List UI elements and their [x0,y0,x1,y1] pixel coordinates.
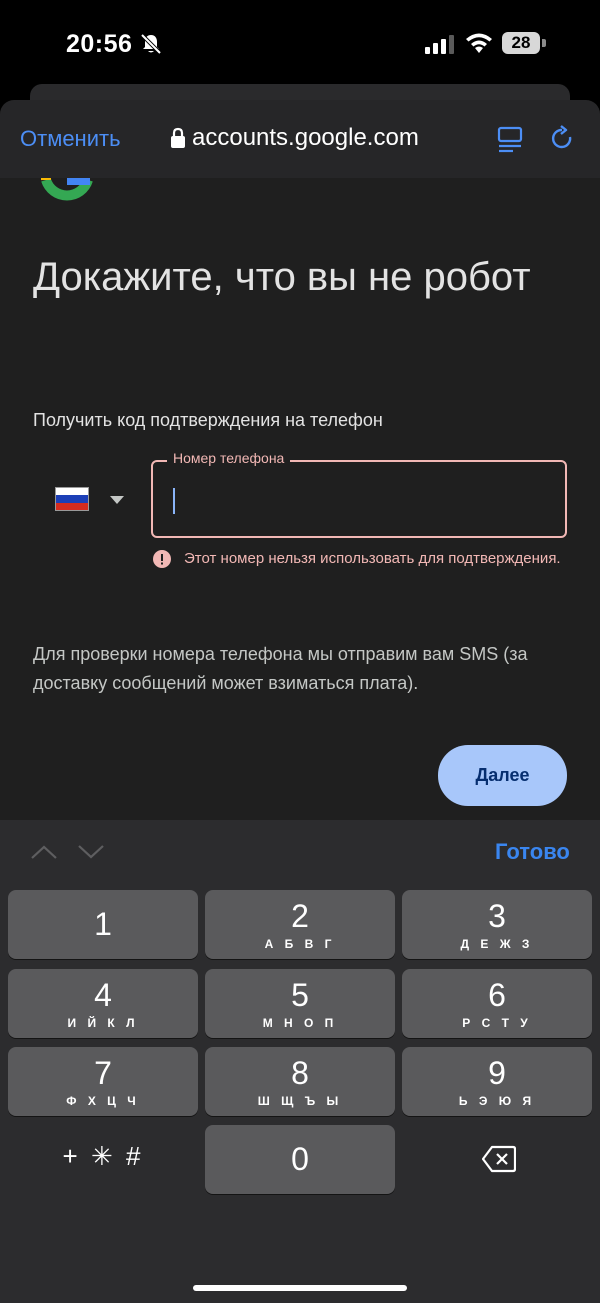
phone-number-input[interactable]: Номер телефона [151,450,567,538]
bell-slash-icon [140,33,162,55]
done-button[interactable]: Готово [495,839,570,865]
next-button[interactable]: Далее [438,745,567,806]
page-title: Докажите, что вы не робот [33,255,531,299]
key-2[interactable]: 2 А Б В Г [205,890,395,959]
key-symbols[interactable]: + ✳ # [8,1125,198,1194]
key-digit: 5 [291,977,309,1013]
browser-toolbar: Отменить accounts.google.com [0,100,600,178]
status-bar: 20:56 28 [0,0,600,90]
key-letters: М Н О П [262,1016,338,1030]
chevron-down-icon [110,496,124,504]
key-letters: Д Е Ж З [460,937,534,951]
numeric-keyboard: Готово 1 2 А Б В Г 3 Д Е Ж З 4 И Й К Л 5… [0,820,600,1303]
key-digit: 2 [291,898,309,934]
key-digit: 4 [94,977,112,1013]
key-digit: 6 [488,977,506,1013]
key-5[interactable]: 5 М Н О П [205,969,395,1038]
cellular-signal-icon [425,35,454,54]
key-digit: 8 [291,1055,309,1091]
key-4[interactable]: 4 И Й К Л [8,969,198,1038]
chevron-up-icon[interactable] [30,844,58,860]
key-letters: А Б В Г [264,937,336,951]
chevron-down-icon[interactable] [77,844,105,860]
text-cursor [173,488,175,514]
error-icon [153,550,171,568]
cancel-button[interactable]: Отменить [20,126,121,152]
key-0[interactable]: 0 [205,1125,395,1194]
battery-level: 28 [502,32,540,54]
key-letters: Ф Х Ц Ч [66,1094,140,1108]
phone-field-label: Номер телефона [167,450,291,466]
page-content: Докажите, что вы не робот Получить код п… [0,178,600,820]
lock-icon [171,127,185,148]
backspace-key[interactable] [402,1125,592,1194]
key-digit: 3 [488,898,506,934]
key-letters: Ь Э Ю Я [458,1094,536,1108]
key-8[interactable]: 8 Ш Щ Ъ Ы [205,1047,395,1116]
key-6[interactable]: 6 Р С Т У [402,969,592,1038]
reader-mode-icon[interactable] [497,126,523,154]
symbols-label: + ✳ # [62,1141,144,1171]
key-7[interactable]: 7 Ф Х Ц Ч [8,1047,198,1116]
battery-tip [542,39,546,47]
error-message: Этот номер нельзя использовать для подтв… [184,550,561,567]
key-digit: 1 [94,906,112,942]
battery-indicator: 28 [502,32,546,54]
key-1[interactable]: 1 [8,890,198,959]
status-time: 20:56 [66,30,133,58]
key-digit: 9 [488,1055,506,1091]
url-address[interactable]: accounts.google.com [192,124,419,152]
reload-icon[interactable] [550,125,576,153]
russia-flag-icon [55,487,89,511]
home-indicator[interactable] [193,1285,407,1291]
key-letters: Ш Щ Ъ Ы [257,1094,343,1108]
key-digit: 0 [291,1141,309,1177]
page-subtitle: Получить код подтверждения на телефон [33,410,383,430]
country-code-select[interactable] [50,478,140,522]
key-letters: Р С Т У [462,1016,532,1030]
wifi-icon [466,33,492,53]
key-digit: 7 [94,1055,112,1091]
keyboard-toolbar: Готово [0,820,600,884]
key-letters: И Й К Л [67,1016,139,1030]
key-3[interactable]: 3 Д Е Ж З [402,890,592,959]
key-9[interactable]: 9 Ь Э Ю Я [402,1047,592,1116]
sms-info-text: Для проверки номера телефона мы отправим… [33,644,528,693]
google-logo-icon [41,178,93,201]
backspace-icon [482,1145,516,1173]
